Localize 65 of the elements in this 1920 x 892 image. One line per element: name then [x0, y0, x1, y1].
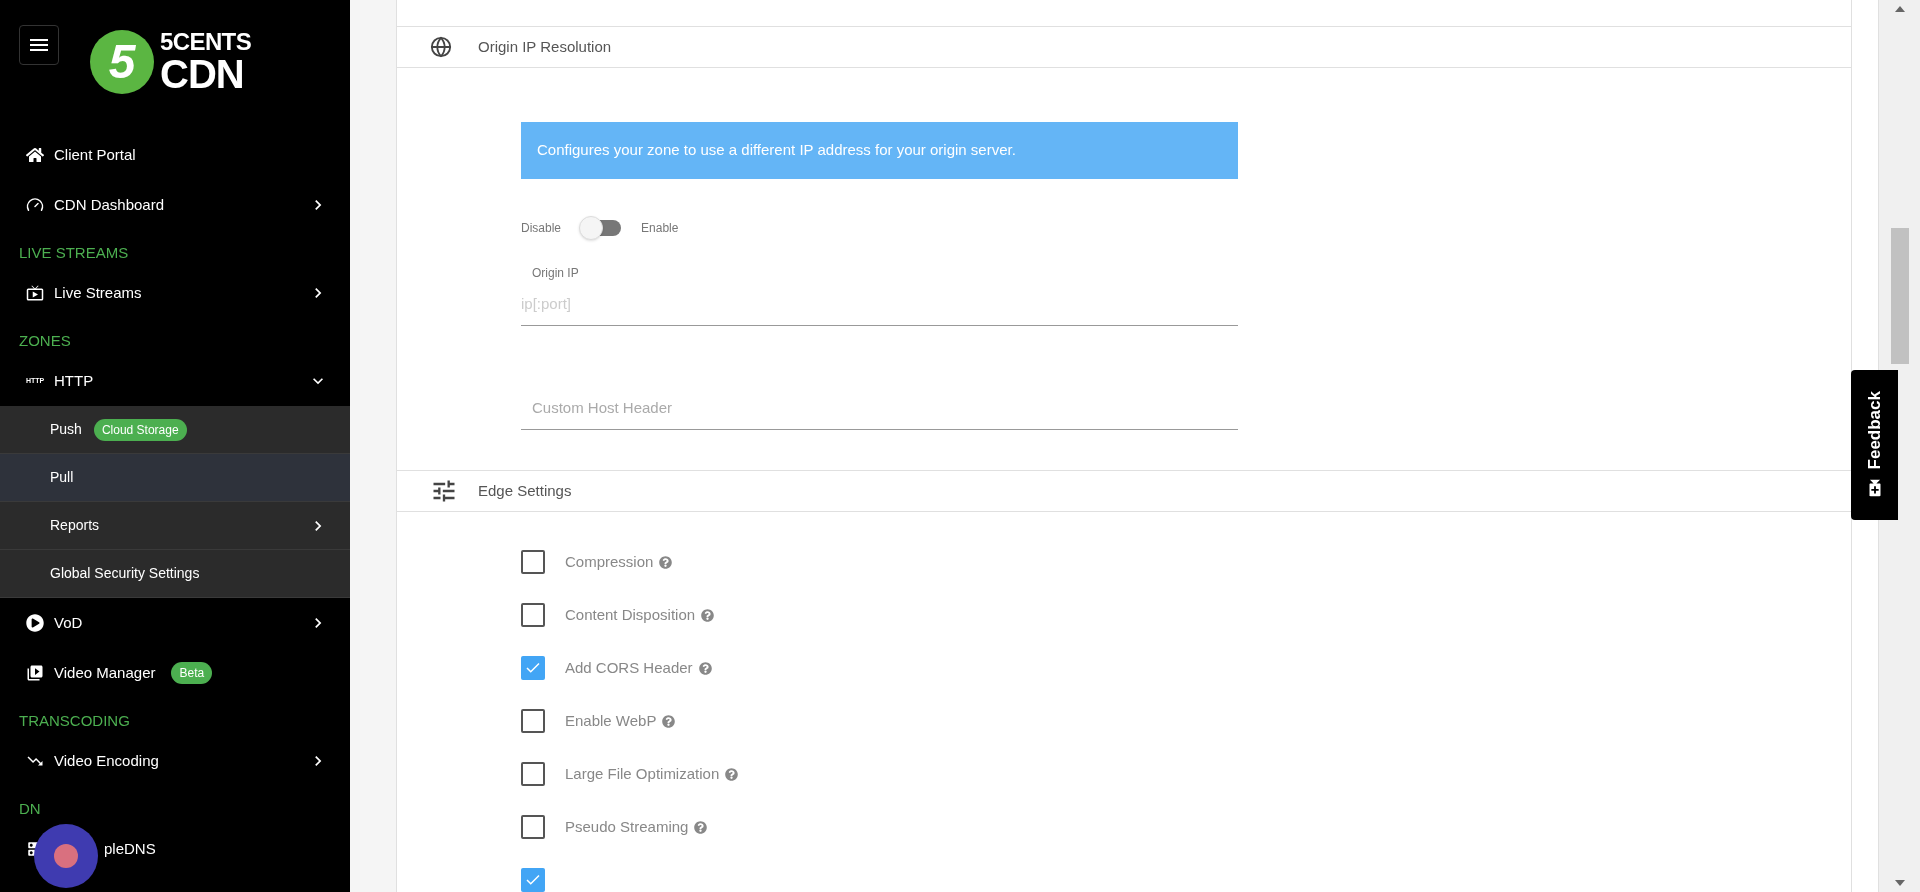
scroll-up-icon[interactable]	[1894, 6, 1905, 12]
option-label: Pseudo Streaming	[565, 816, 689, 837]
help-icon[interactable]	[662, 714, 676, 728]
nav-item[interactable]: Video Manager Beta	[0, 648, 350, 698]
nav-label: CDN Dashboard	[54, 194, 165, 215]
nav-item[interactable]: Video Encoding	[0, 736, 350, 786]
nav-item[interactable]: VoD	[0, 598, 350, 648]
toggle-label: Enable	[641, 220, 679, 237]
option-label: Add CORS Header	[565, 657, 693, 678]
gauge-icon	[26, 196, 44, 214]
home-icon	[26, 146, 44, 164]
nav-item[interactable]: Live Streams	[0, 268, 350, 318]
help-icon[interactable]	[694, 820, 708, 834]
help-icon[interactable]	[659, 555, 673, 569]
checkbox[interactable]	[521, 550, 545, 574]
video-library-icon	[26, 664, 44, 682]
nav-label: HTTP	[54, 370, 94, 391]
option-label: Enable WebP	[565, 710, 657, 731]
tv-icon	[26, 284, 44, 302]
logo-badge: 5	[90, 30, 154, 94]
nav-label: VoD	[54, 612, 83, 633]
section-title: Origin IP Resolution	[478, 36, 612, 57]
option-label: Compression	[565, 551, 654, 572]
checkbox[interactable]	[521, 868, 545, 892]
checkbox[interactable]	[521, 603, 545, 627]
option-label: Content Disposition	[565, 604, 696, 625]
scroll-down-icon[interactable]	[1894, 880, 1905, 886]
play-icon	[26, 614, 44, 632]
feedback-tab[interactable]: Feedback	[1851, 370, 1898, 520]
section-heading: LIVE STREAMS	[19, 242, 129, 263]
section-heading: DN	[19, 798, 41, 819]
help-icon[interactable]	[701, 608, 715, 622]
nav-label: Video Manager	[54, 662, 156, 683]
option-label: Large File Optimization	[565, 763, 720, 784]
field-label: Origin IP	[531, 265, 580, 282]
info-banner: Configures your zone to use a different IP address for your origin server.	[521, 122, 1238, 179]
help-icon[interactable]	[725, 767, 739, 781]
submenu-label: Global Security Settings	[50, 564, 200, 583]
menu-button[interactable]	[19, 25, 59, 65]
submenu-item[interactable]: Pull	[0, 454, 350, 502]
logo-text: CDN	[160, 54, 245, 94]
checkbox[interactable]	[521, 656, 545, 680]
section-heading: TRANSCODING	[19, 710, 130, 731]
submenu-label: Pull	[50, 468, 74, 487]
input-field[interactable]: Custom Host Header	[521, 386, 1238, 430]
checkbox[interactable]	[521, 709, 545, 733]
nav-item[interactable]: CDN Dashboard	[0, 180, 350, 230]
nav-label: Video Encoding	[54, 750, 159, 771]
toggle-label: Disable	[521, 220, 562, 237]
nav-label: Client Portal	[54, 144, 136, 165]
submenu-label: Push	[50, 420, 82, 439]
globe-icon	[430, 36, 452, 58]
beta-badge: Beta	[171, 662, 213, 684]
nav-item[interactable]: Client Portal	[0, 130, 350, 180]
logo-text: 5CENTS	[160, 30, 252, 54]
checkbox[interactable]	[521, 815, 545, 839]
storage-badge: Cloud Storage	[93, 418, 187, 441]
section-heading: ZONES	[19, 330, 71, 351]
help-icon[interactable]	[698, 661, 712, 675]
section-title: Edge Settings	[478, 480, 572, 501]
checkbox[interactable]	[521, 762, 545, 786]
nav-label: pleDNS	[104, 838, 156, 859]
scrollbar-thumb[interactable]	[1890, 228, 1909, 364]
submenu-label: Reports	[50, 516, 100, 535]
nav-label: Live Streams	[54, 282, 142, 303]
